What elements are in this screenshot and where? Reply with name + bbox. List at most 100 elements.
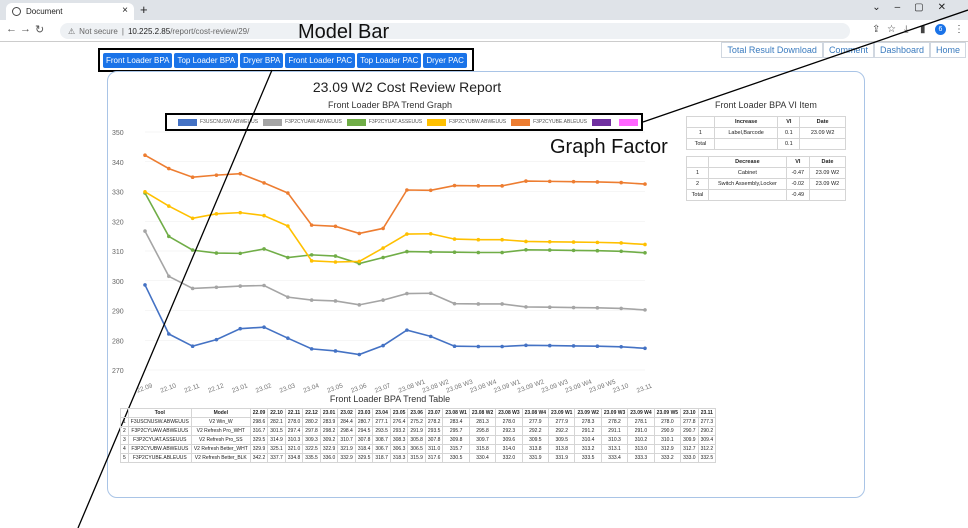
legend-swatch[interactable] — [263, 118, 283, 126]
data-point — [476, 184, 481, 188]
table-cell: 332.5 — [697, 453, 717, 463]
data-point — [524, 305, 528, 309]
table-cell: 3 — [120, 435, 129, 445]
table-cell: 332.0 — [495, 453, 523, 463]
table-cell: 318.7 — [372, 453, 391, 463]
legend-label[interactable]: F3P2CYUAT.ASSEUUS — [369, 119, 422, 125]
data-point — [238, 251, 243, 256]
table-cell: 322.5 — [302, 444, 321, 454]
legend-swatch[interactable] — [346, 118, 366, 126]
comment-link[interactable]: Comment — [822, 42, 874, 58]
model-tab-front-loader-bpa[interactable]: Front Loader BPA — [103, 52, 173, 68]
table-cell: 292.2 — [521, 426, 550, 436]
table-header-cell: Tool — [127, 408, 192, 418]
model-tab-top-loader-bpa[interactable]: Top Loader BPA — [174, 52, 239, 68]
data-point — [381, 226, 385, 231]
legend-swatch[interactable] — [592, 118, 611, 126]
legend-label[interactable]: F3P2CYUBW.ABWEUUS — [449, 119, 506, 125]
model-tab-dryer-pac[interactable]: Dryer PAC — [423, 52, 467, 68]
forward-icon[interactable]: → — [20, 23, 31, 35]
table-row: 4 F3P2CYUBW.ABWEUUS V2 Refresh Better_WHT 3… — [120, 444, 717, 454]
close-tab-icon[interactable]: × — [122, 5, 128, 16]
model-tab-top-loader-pac[interactable]: Top Loader PAC — [357, 52, 422, 68]
data-point — [381, 343, 385, 348]
data-point — [286, 255, 290, 260]
series-line-4 — [144, 191, 646, 263]
menu-icon[interactable]: ⋮ — [954, 24, 964, 35]
sidebar-icon[interactable]: ▮ — [920, 24, 926, 35]
legend-swatch[interactable] — [427, 118, 447, 126]
model-bar: Front Loader BPA Top Loader BPA Dryer BP… — [98, 48, 474, 72]
data-point — [500, 237, 504, 242]
back-icon[interactable]: ← — [6, 23, 17, 35]
table-cell: 315.7 — [442, 444, 470, 454]
url-field[interactable]: ⚠ Not secure | 10.225.2.85 /report/cost-… — [60, 23, 850, 39]
table-cell: 283.4 — [442, 417, 470, 427]
table-cell: 308.3 — [389, 435, 409, 445]
home-link[interactable]: Home — [929, 42, 966, 58]
y-tick-label: 280 — [112, 338, 124, 345]
table-header-cell: Increase — [713, 116, 779, 128]
bookmark-star-icon[interactable]: ☆ — [887, 24, 896, 35]
y-tick-label: 340 — [112, 160, 124, 167]
table-cell: 280.2 — [302, 417, 321, 427]
table-cell: F3USCNUSW.ABWEUUS — [127, 417, 192, 427]
table-cell: 313.8 — [548, 444, 576, 454]
data-point — [286, 191, 290, 195]
table-cell: 298.2 — [319, 426, 339, 436]
window-controls[interactable]: ⌄–▢✕ — [872, 2, 960, 13]
table-row: 1 F3USCNUSW.ABWEUUS V2 Win_W 298.6 282.1 278.… — [120, 417, 717, 427]
table-cell: -0.49 — [785, 189, 810, 201]
table-cell: 331.9 — [521, 453, 550, 463]
data-point — [309, 259, 314, 263]
table-header-cell: 22.11 — [284, 408, 304, 418]
x-tick-label: 22.10 — [160, 382, 178, 394]
table-cell: 309.3 — [302, 435, 321, 445]
total-result-download-link[interactable]: Total Result Download — [721, 42, 823, 58]
vi-title: Front Loader BPA VI Item — [715, 100, 817, 110]
data-point — [571, 248, 576, 253]
data-point — [571, 179, 576, 184]
legend-swatch[interactable] — [178, 118, 197, 126]
share-icon[interactable]: ⇪ — [872, 24, 880, 35]
table-cell: 321.9 — [337, 444, 356, 454]
table-cell: 291.9 — [407, 426, 426, 436]
download-icon[interactable]: ⤓ — [904, 24, 908, 35]
table-cell: 335.5 — [302, 453, 321, 463]
table-cell: 292.2 — [548, 426, 576, 436]
top-links: Total Result Download Comment Dashboard … — [721, 42, 966, 58]
legend-label[interactable]: F3P2CYUAW.ABWEUUS — [285, 119, 342, 125]
table-title: Front Loader BPA Trend Table — [329, 394, 451, 404]
legend-label[interactable]: F3USCNUSW.ABWEUUS — [200, 119, 258, 125]
table-header-cell: 23.08 W3 — [495, 408, 523, 418]
data-point — [262, 247, 266, 251]
data-point — [214, 212, 219, 216]
data-point — [428, 250, 433, 254]
data-point — [595, 180, 600, 184]
data-point — [190, 286, 195, 291]
table-cell: 334.8 — [284, 453, 304, 463]
data-point — [190, 175, 195, 180]
table-cell: F3P2CYUAT.ASSEUUS — [127, 435, 192, 445]
dashboard-link[interactable]: Dashboard — [873, 42, 930, 58]
legend-swatch[interactable] — [511, 118, 531, 126]
model-tab-dryer-bpa[interactable]: Dryer BPA — [240, 52, 284, 68]
browser-tab-bar: Document × + ⌄–▢✕ — [0, 0, 968, 20]
legend-label[interactable]: F3P2CYUBE.ABLEUUS — [533, 119, 587, 125]
data-point — [357, 303, 362, 307]
table-cell: 312.2 — [697, 444, 717, 454]
data-point — [333, 224, 338, 229]
table-cell: 301.5 — [267, 426, 286, 436]
table-cell: 310.3 — [600, 435, 629, 445]
table-cell: 278.1 — [627, 417, 655, 427]
table-cell: 294.5 — [354, 426, 374, 436]
new-tab-button[interactable]: + — [140, 2, 148, 17]
data-point — [524, 179, 528, 183]
reload-icon[interactable]: ↻ — [35, 23, 44, 36]
profile-avatar[interactable]: 6 — [935, 24, 946, 35]
data-point — [547, 343, 552, 348]
model-tab-front-loader-pac[interactable]: Front Loader PAC — [285, 52, 356, 68]
legend-swatch[interactable] — [619, 118, 638, 126]
table-cell: 309.5 — [548, 435, 576, 445]
browser-tab[interactable]: Document × — [6, 3, 134, 20]
